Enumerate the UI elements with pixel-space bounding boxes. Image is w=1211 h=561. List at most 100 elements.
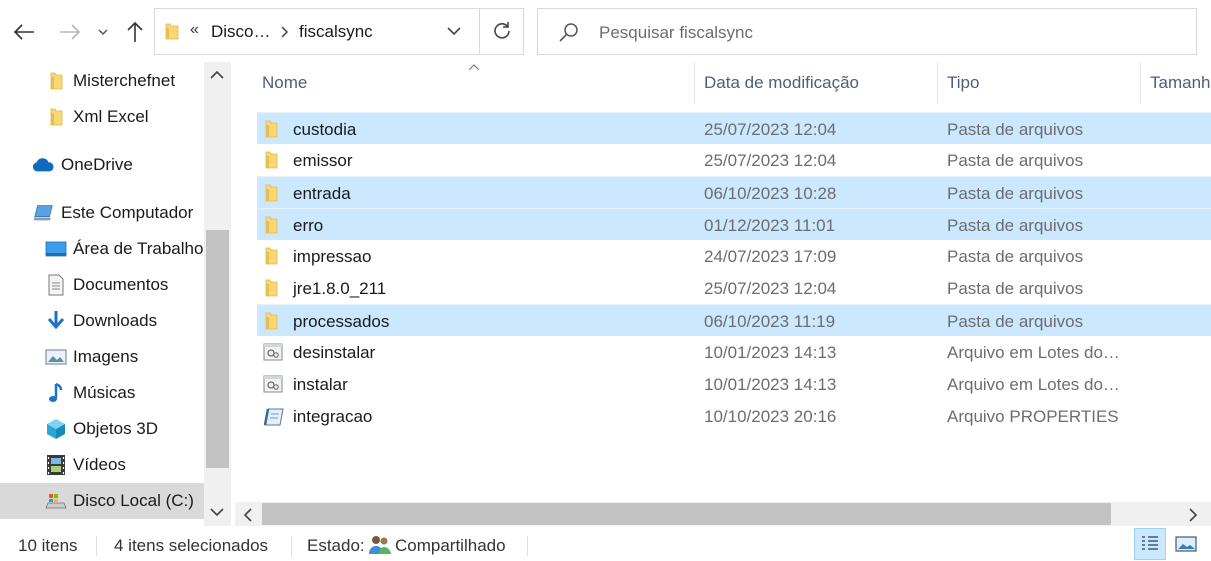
file-type: Arquivo em Lotes do… xyxy=(947,343,1120,362)
file-row-instalar[interactable]: instalar 10/01/2023 14:13 Arquivo em Lotes… xyxy=(257,368,1211,400)
file-row-erro[interactable]: erro 01/12/2023 11:01 Pasta de arquivos xyxy=(257,208,1211,240)
nav-item-label: Objetos 3D xyxy=(73,419,159,438)
file-type: Arquivo PROPERTIES xyxy=(947,407,1119,426)
file-date: 10/01/2023 14:13 xyxy=(704,375,837,394)
column-divider[interactable] xyxy=(937,62,938,104)
file-row-entrada[interactable]: entrada 06/10/2023 10:28 Pasta de arquivos xyxy=(257,176,1211,208)
file-row-emissor[interactable]: emissor 25/07/2023 12:04 Pasta de arquivos xyxy=(257,144,1211,176)
file-row-impressao[interactable]: impressao 24/07/2023 17:09 Pasta de arquiv… xyxy=(257,240,1211,272)
status-bar: 10 itens 4 itens selecionados Estado: Co… xyxy=(0,526,1211,561)
nav-item-label: OneDrive xyxy=(61,155,133,174)
nav-item-label: Xml Excel xyxy=(73,107,149,126)
folder-icon xyxy=(263,247,279,270)
file-type: Pasta de arquivos xyxy=(947,151,1084,170)
column-divider[interactable] xyxy=(1140,62,1141,104)
file-date: 01/12/2023 11:01 xyxy=(704,216,836,235)
nav-item-onedrive[interactable]: OneDrive xyxy=(0,148,206,182)
chevron-down-icon xyxy=(98,28,108,35)
chevron-up-icon[interactable] xyxy=(210,70,224,79)
file-date: 10/10/2023 20:16 xyxy=(704,407,837,426)
folder-icon xyxy=(263,151,279,174)
navigation-scrollbar[interactable] xyxy=(204,62,231,526)
horizontal-scrollbar-thumb[interactable] xyxy=(262,503,1111,525)
item-count: 10 itens xyxy=(18,536,78,555)
nav-item-musicas[interactable]: Músicas xyxy=(0,376,206,410)
nav-item-este-computador[interactable]: Este Computador xyxy=(0,196,206,230)
details-view-icon xyxy=(1142,536,1158,550)
file-date: 25/07/2023 12:04 xyxy=(704,279,837,298)
file-type: Pasta de arquivos xyxy=(947,279,1084,298)
breadcrumb-fiscalsync[interactable]: fiscalsync xyxy=(299,22,373,42)
nav-item-area-de-trabalho[interactable]: Área de Trabalho xyxy=(0,232,206,266)
folder-icon xyxy=(263,120,279,143)
search-box[interactable]: Pesquisar fiscalsync xyxy=(537,8,1197,55)
refresh-icon[interactable] xyxy=(492,21,512,41)
nav-item-videos[interactable]: Vídeos xyxy=(0,448,206,482)
file-row-desinstalar[interactable]: desinstalar 10/01/2023 14:13 Arquivo em Lo… xyxy=(257,336,1211,368)
nav-item-documentos[interactable]: Documentos xyxy=(0,268,206,302)
nav-item-downloads[interactable]: Downloads xyxy=(0,304,206,338)
column-header-type[interactable]: Tipo xyxy=(947,62,979,104)
file-row-custodia[interactable]: custodia 25/07/2023 12:04 Pasta de arquivo… xyxy=(257,112,1211,144)
column-header-name[interactable]: Nome xyxy=(262,62,307,104)
selected-count: 4 itens selecionados xyxy=(114,536,269,555)
batch-file-icon xyxy=(263,375,283,398)
file-type: Pasta de arquivos xyxy=(947,247,1084,266)
column-header-size[interactable]: Tamanh xyxy=(1150,62,1210,104)
folder-icon xyxy=(165,23,179,40)
chevron-right-icon[interactable] xyxy=(1189,508,1198,522)
file-row-integracao[interactable]: integracao 10/10/2023 20:16 Arquivo PROPER… xyxy=(257,400,1211,432)
film-icon xyxy=(45,454,67,476)
properties-file-icon xyxy=(263,407,285,432)
file-name: custodia xyxy=(293,120,357,139)
music-note-icon xyxy=(45,382,67,404)
folder-icon xyxy=(263,216,279,239)
address-bar[interactable]: « Disco… fiscalsync xyxy=(154,8,524,55)
file-type: Pasta de arquivos xyxy=(947,216,1084,235)
breadcrumb-disco-local[interactable]: Disco… xyxy=(211,22,271,42)
back-button[interactable] xyxy=(9,16,39,48)
chevron-down-icon[interactable] xyxy=(447,27,461,36)
cube-icon xyxy=(45,418,67,440)
file-date: 24/07/2023 17:09 xyxy=(704,247,837,266)
forward-button[interactable] xyxy=(55,16,85,48)
column-header-date[interactable]: Data de modificação xyxy=(704,62,859,104)
navigation-scrollbar-thumb[interactable] xyxy=(206,230,229,468)
nav-item-misterchefnet[interactable]: Misterchefnet xyxy=(0,64,206,98)
nav-item-label: Misterchefnet xyxy=(73,71,176,90)
file-date: 06/10/2023 10:28 xyxy=(704,184,837,203)
nav-item-xml-excel[interactable]: Xml Excel xyxy=(0,100,206,134)
chevron-right-icon[interactable] xyxy=(281,26,289,38)
file-type: Pasta de arquivos xyxy=(947,184,1084,203)
folder-icon xyxy=(263,279,279,302)
computer-icon xyxy=(33,202,55,224)
file-name: impressao xyxy=(293,247,372,266)
file-name: integracao xyxy=(293,407,373,426)
column-divider[interactable] xyxy=(694,62,695,104)
file-date: 10/01/2023 14:13 xyxy=(704,343,837,362)
large-icons-view-button[interactable] xyxy=(1170,528,1202,560)
search-icon xyxy=(559,23,578,42)
chevron-down-icon[interactable] xyxy=(210,508,224,517)
horizontal-scrollbar[interactable] xyxy=(235,502,1211,526)
nav-item-label: Imagens xyxy=(73,347,139,366)
file-row-jre1-8-0-211[interactable]: jre1.8.0_211 25/07/2023 12:04 Pasta de arq… xyxy=(257,272,1211,304)
address-divider xyxy=(479,9,480,54)
folder-icon xyxy=(263,184,279,207)
nav-item-disco-local-c[interactable]: Disco Local (C:) xyxy=(0,483,206,519)
nav-item-label: Vídeos xyxy=(73,455,126,474)
up-button[interactable] xyxy=(120,16,150,48)
chevron-left-icon[interactable] xyxy=(243,508,252,522)
nav-item-label: Documentos xyxy=(73,275,169,294)
details-view-button[interactable] xyxy=(1134,528,1166,560)
recent-locations-button[interactable] xyxy=(90,16,116,48)
arrow-left-icon xyxy=(13,24,34,40)
state-value: Compartilhado xyxy=(395,536,506,555)
status-divider xyxy=(527,536,528,556)
nav-item-objetos-3d[interactable]: Objetos 3D xyxy=(0,412,206,446)
file-row-processados[interactable]: processados 06/10/2023 11:19 Pasta de arqu… xyxy=(257,304,1211,336)
hidden-crumbs-indicator[interactable]: « xyxy=(190,21,199,39)
navigation-pane: Misterchefnet Xml Excel OneDrive Este Co… xyxy=(0,62,206,526)
state-label: Estado: xyxy=(307,536,365,555)
nav-item-imagens[interactable]: Imagens xyxy=(0,340,206,374)
